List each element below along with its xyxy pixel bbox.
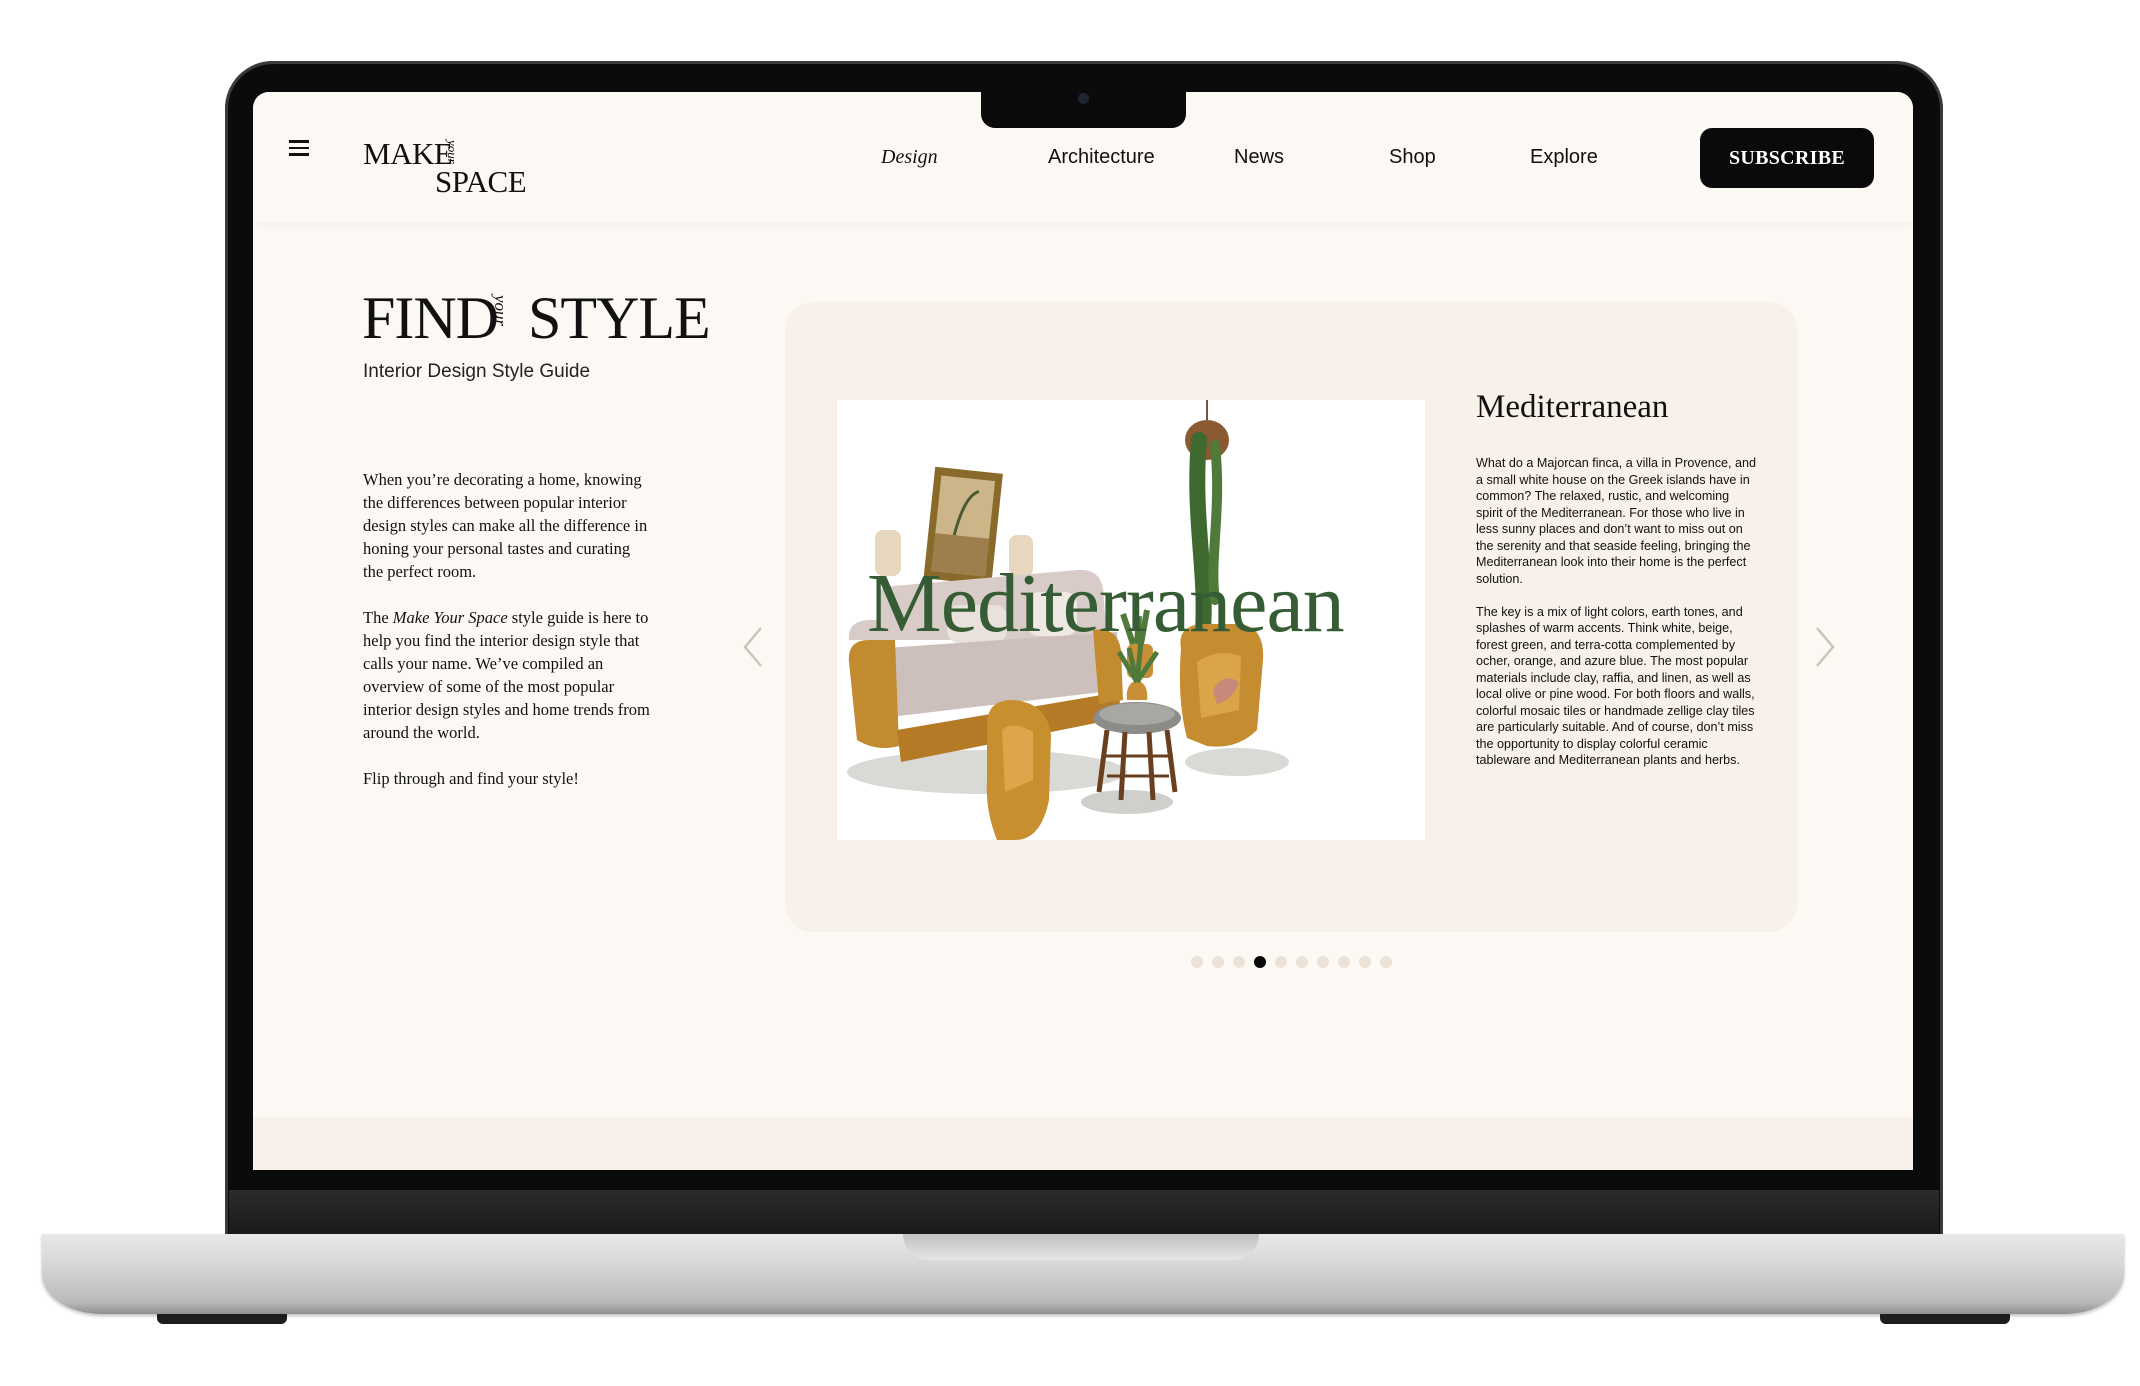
carousel-dot-2[interactable] [1212,956,1224,968]
laptop-foot-right [1880,1314,2010,1324]
style-description-paragraph-2: The key is a mix of light colors, earth … [1476,604,1755,768]
hamburger-menu-icon[interactable] [289,140,309,156]
carousel-dot-1[interactable] [1191,956,1203,968]
page-subtitle: Interior Design Style Guide [363,361,591,382]
illustration-title-overlay: Mediterranean [867,557,1345,650]
carousel-dot-5[interactable] [1275,956,1287,968]
nav-news[interactable]: News [1234,146,1284,169]
mediterranean-illustration: Mediterranean [837,400,1425,840]
site-logo[interactable]: MAKE your SPACE [363,136,543,199]
carousel-dot-9[interactable] [1359,956,1371,968]
carousel-dot-10[interactable] [1380,956,1392,968]
page-title-style: STYLE [528,285,711,351]
carousel-dot-8[interactable] [1338,956,1350,968]
laptop-foot-left [157,1314,287,1324]
carousel-dot-6[interactable] [1296,956,1308,968]
subscribe-button[interactable]: SUBSCRIBE [1700,128,1874,188]
logo-word-your: your [445,140,460,164]
intro-text: When you’re decorating a home, knowing t… [363,468,653,813]
logo-word-space: SPACE [435,164,527,199]
laptop-bottom-bezel [229,1190,1939,1236]
intro-paragraph-1: When you’re decorating a home, knowing t… [363,470,648,581]
page-title-find: FIND [362,285,499,351]
carousel-pagination [1191,956,1392,970]
nav-shop[interactable]: Shop [1389,146,1436,169]
intro-paragraph-3: Flip through and find your style! [363,769,579,788]
screen-footer-band [253,1117,1913,1170]
style-description-paragraph-1: What do a Majorcan finca, a villa in Pro… [1476,456,1757,586]
chevron-left-icon[interactable] [739,624,769,670]
carousel-dot-3[interactable] [1233,956,1245,968]
intro-paragraph-2: The Make Your Space style guide is here … [363,606,653,744]
style-title: Mediterranean [1476,389,1669,425]
intro-paragraph-2-emphasis: Make Your Space [392,608,508,627]
chevron-right-icon[interactable] [1809,624,1839,670]
page-title-your: your [491,295,510,327]
carousel-dot-7[interactable] [1317,956,1329,968]
camera-icon [1078,93,1089,104]
carousel-dot-4[interactable] [1254,956,1266,968]
intro-paragraph-2-suffix: style guide is here to help you find the… [363,608,650,742]
intro-paragraph-2-prefix: The [363,608,393,627]
screen: MAKE your SPACE Design Architecture News… [253,92,1913,1170]
nav-explore[interactable]: Explore [1530,146,1598,169]
laptop-opening-notch [903,1234,1259,1260]
nav-design[interactable]: Design [881,146,938,169]
nav-architecture[interactable]: Architecture [1048,146,1155,169]
style-description: What do a Majorcan finca, a villa in Pro… [1476,455,1758,785]
